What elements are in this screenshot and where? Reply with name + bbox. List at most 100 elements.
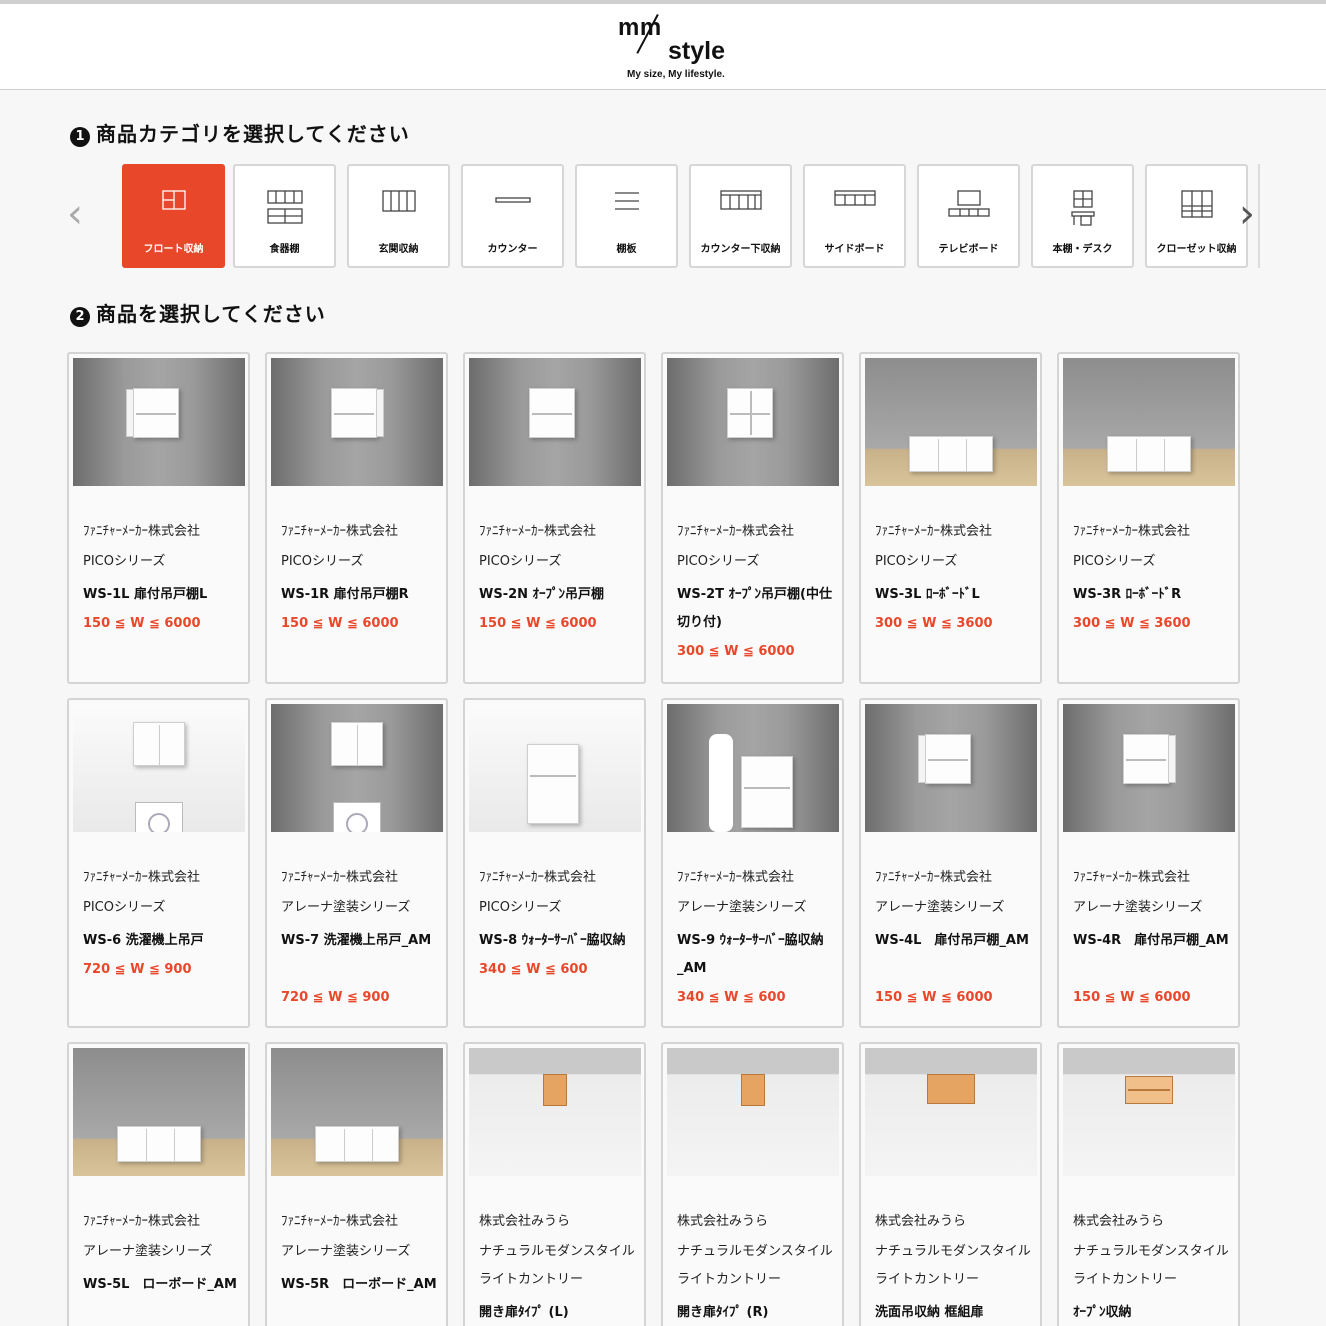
product-image [469,704,641,832]
step2-title: 商品を選択してください [96,302,326,326]
product-card[interactable]: ﾌｧﾆﾁｬｰﾒｰｶｰ株式会社 PICOシリーズ WS-3L ﾛｰﾎﾞｰﾄﾞL 300 … [859,352,1042,684]
product-image [667,704,839,832]
site-header: mm style My size, My lifestyle. [0,4,1326,90]
product-card[interactable]: ﾌｧﾆﾁｬｰﾒｰｶｰ株式会社 PICOシリーズ WS-3R ﾛｰﾎﾞｰﾄﾞR 300 … [1057,352,1240,684]
category-tile[interactable]: 棚板 [575,164,678,268]
product-card[interactable]: ﾌｧﾆﾁｬｰﾒｰｶｰ株式会社 アレーナ塗装シリーズ WS-9 ｳｫｰﾀｰｻｰﾊﾞｰ脇… [661,698,844,1028]
product-series: ナチュラルモダンスタイルライトカントリー [875,1244,1031,1287]
product-image [1063,358,1235,486]
product-image [865,704,1037,832]
category-label: 棚板 [616,244,637,255]
category-tile[interactable]: 食器棚 [233,164,336,268]
product-series: アレーナ塗装シリーズ [875,900,1005,915]
product-card[interactable]: ﾌｧﾆﾁｬｰﾒｰｶｰ株式会社 アレーナ塗装シリーズ WS-4R 扉付吊戸棚_AM 15… [1057,698,1240,1028]
product-maker: 株式会社みうら [677,1214,769,1229]
category-label: カウンター [487,244,538,255]
product-width-range: 300 ≦ W ≦ 3600 [1073,616,1191,631]
product-card[interactable]: ﾌｧﾆﾁｬｰﾒｰｶｰ株式会社 PICOシリーズ WS-2N ｵｰﾌﾟﾝ吊戸棚 150 … [463,352,646,684]
product-series: ナチュラルモダンスタイルライトカントリー [677,1244,833,1287]
product-width-range: 300 ≦ W ≦ 3600 [875,616,993,631]
step1-number: 1 [70,127,90,147]
category-tile[interactable]: フロート収納 [122,164,225,268]
product-image [667,1048,839,1176]
product-series: PICOシリーズ [875,554,958,569]
product-series: アレーナ塗装シリーズ [281,900,411,915]
product-card[interactable]: 株式会社みうら ナチュラルモダンスタイルライトカントリー ｵｰﾌﾟﾝ収納 [1057,1042,1240,1326]
category-tile[interactable]: 玄関収納 [347,164,450,268]
product-image [271,1048,443,1176]
product-maker: ﾌｧﾆﾁｬｰﾒｰｶｰ株式会社 [875,524,993,539]
product-card[interactable]: 株式会社みうらナチュラルモダンスタイルライトカントリー洗面吊収納 框組扉 [859,1042,1042,1326]
under-counter-storage-icon [719,190,762,216]
product-image [1063,1048,1235,1176]
carousel-next-arrow-icon[interactable]: › [1232,194,1262,234]
site-logo[interactable]: mm style My size, My lifestyle. [613,12,743,80]
product-series: PICOシリーズ [83,554,166,569]
product-maker: ﾌｧﾆﾁｬｰﾒｰｶｰ株式会社 [875,870,993,885]
shelf-board-icon [614,190,640,216]
category-tile[interactable]: カウンター [461,164,564,268]
product-series: アレーナ塗装シリーズ [677,900,807,915]
category-tile[interactable]: テレビボード [917,164,1020,268]
category-tile[interactable]: カウンター下収納 [689,164,792,268]
category-label: フロート収納 [143,244,204,255]
product-card[interactable]: ﾌｧﾆﾁｬｰﾒｰｶｰ株式会社 アレーナ塗装シリーズ WS-5L ローボード_AM [67,1042,250,1326]
product-card[interactable]: ﾌｧﾆﾁｬｰﾒｰｶｰ株式会社 アレーナ塗装シリーズ WS-5R ローボード_AM [265,1042,448,1326]
category-label: 食器棚 [269,244,300,255]
category-label: テレビボード [938,244,999,255]
step1-title: 商品カテゴリを選択してください [96,122,410,146]
product-name: 洗面吊収納 框組扉 [875,1305,984,1320]
product-series: アレーナ塗装シリーズ [83,1244,213,1259]
product-card[interactable]: 株式会社みうら ナチュラルモダンスタイルライトカントリー 開き扉ﾀｲﾌﾟ (L) [463,1042,646,1326]
product-maker: ﾌｧﾆﾁｬｰﾒｰｶｰ株式会社 [83,1214,201,1229]
product-maker: 株式会社みうら [1073,1214,1165,1229]
category-label: サイドボード [824,244,885,255]
step1-heading: 1 商品カテゴリを選択してください [70,118,410,147]
category-tile[interactable]: 本棚・デスク [1031,164,1134,268]
product-card[interactable]: 株式会社みうら ナチュラルモダンスタイルライトカントリー 開き扉ﾀｲﾌﾟ (R) [661,1042,844,1326]
product-image [271,358,443,486]
product-name: WS-6 洗濯機上吊戸 [83,933,204,948]
counter-icon [494,190,531,209]
product-width-range: 340 ≦ W ≦ 600 [677,990,786,1005]
product-name: WS-9 ｳｫｰﾀｰｻｰﾊﾞｰ脇収納_AM [677,933,824,976]
entrance-storage-icon [381,190,416,218]
product-card[interactable]: ﾌｧﾆﾁｬｰﾒｰｶｰ株式会社 PICOシリーズ WS-6 洗濯機上吊戸 720 ≦ W… [67,698,250,1028]
product-maker: ﾌｧﾆﾁｬｰﾒｰｶｰ株式会社 [677,870,795,885]
product-name: WS-3R ﾛｰﾎﾞｰﾄﾞR [1073,587,1182,602]
product-series: PICOシリーズ [479,554,562,569]
product-maker: ﾌｧﾆﾁｬｰﾒｰｶｰ株式会社 [479,524,597,539]
logo-style: style [668,37,725,65]
product-card[interactable]: ﾌｧﾆﾁｬｰﾒｰｶｰ株式会社 PICOシリーズ WS-2T ｵｰﾌﾟﾝ吊戸棚(中仕切… [661,352,844,684]
product-series: PICOシリーズ [479,900,562,915]
product-width-range: 300 ≦ W ≦ 6000 [677,644,795,659]
product-image [271,704,443,832]
category-carousel: ‹ フロート収納 食器棚 玄関収納 カウンター 棚板 カウンター下収納 サイドボード テレビボ… [60,164,1260,268]
product-name: WS-4L 扉付吊戸棚_AM [875,933,1029,948]
category-label: 本棚・デスク [1052,244,1113,255]
carousel-prev-arrow-icon[interactable]: ‹ [60,194,90,234]
closet-storage-icon [1180,190,1213,224]
product-name: WS-2T ｵｰﾌﾟﾝ吊戸棚(中仕切り付) [677,587,832,630]
bookshelf-desk-icon [1070,190,1095,230]
product-width-range: 720 ≦ W ≦ 900 [83,962,192,977]
product-width-range: 340 ≦ W ≦ 600 [479,962,588,977]
product-image [469,1048,641,1176]
product-card[interactable]: ﾌｧﾆﾁｬｰﾒｰｶｰ株式会社 PICOシリーズ WS-8 ｳｫｰﾀｰｻｰﾊﾞｰ脇収納… [463,698,646,1028]
category-tile[interactable]: サイドボード [803,164,906,268]
product-card[interactable]: ﾌｧﾆﾁｬｰﾒｰｶｰ株式会社 アレーナ塗装シリーズ WS-7 洗濯機上吊戸_AM 72… [265,698,448,1028]
product-series: ナチュラルモダンスタイルライトカントリー [1073,1244,1229,1287]
product-maker: 株式会社みうら [875,1214,967,1229]
product-name: WS-3L ﾛｰﾎﾞｰﾄﾞL [875,587,980,602]
product-card[interactable]: ﾌｧﾆﾁｬｰﾒｰｶｰ株式会社 アレーナ塗装シリーズ WS-4L 扉付吊戸棚_AM 15… [859,698,1042,1028]
product-card[interactable]: ﾌｧﾆﾁｬｰﾒｰｶｰ株式会社 PICOシリーズ WS-1L 扉付吊戸棚L 150 ≦ … [67,352,250,684]
product-name: WS-4R 扉付吊戸棚_AM [1073,933,1229,948]
product-name: WS-8 ｳｫｰﾀｰｻｰﾊﾞｰ脇収納 [479,933,626,948]
product-image [865,1048,1037,1176]
product-card[interactable]: ﾌｧﾆﾁｬｰﾒｰｶｰ株式会社 PICOシリーズ WS-1R 扉付吊戸棚R 150 ≦ … [265,352,448,684]
product-series: アレーナ塗装シリーズ [1073,900,1203,915]
step2-heading: 2 商品を選択してください [70,298,326,327]
product-series: PICOシリーズ [677,554,760,569]
category-label: クローゼット収納 [1156,244,1237,255]
product-series: PICOシリーズ [1073,554,1156,569]
